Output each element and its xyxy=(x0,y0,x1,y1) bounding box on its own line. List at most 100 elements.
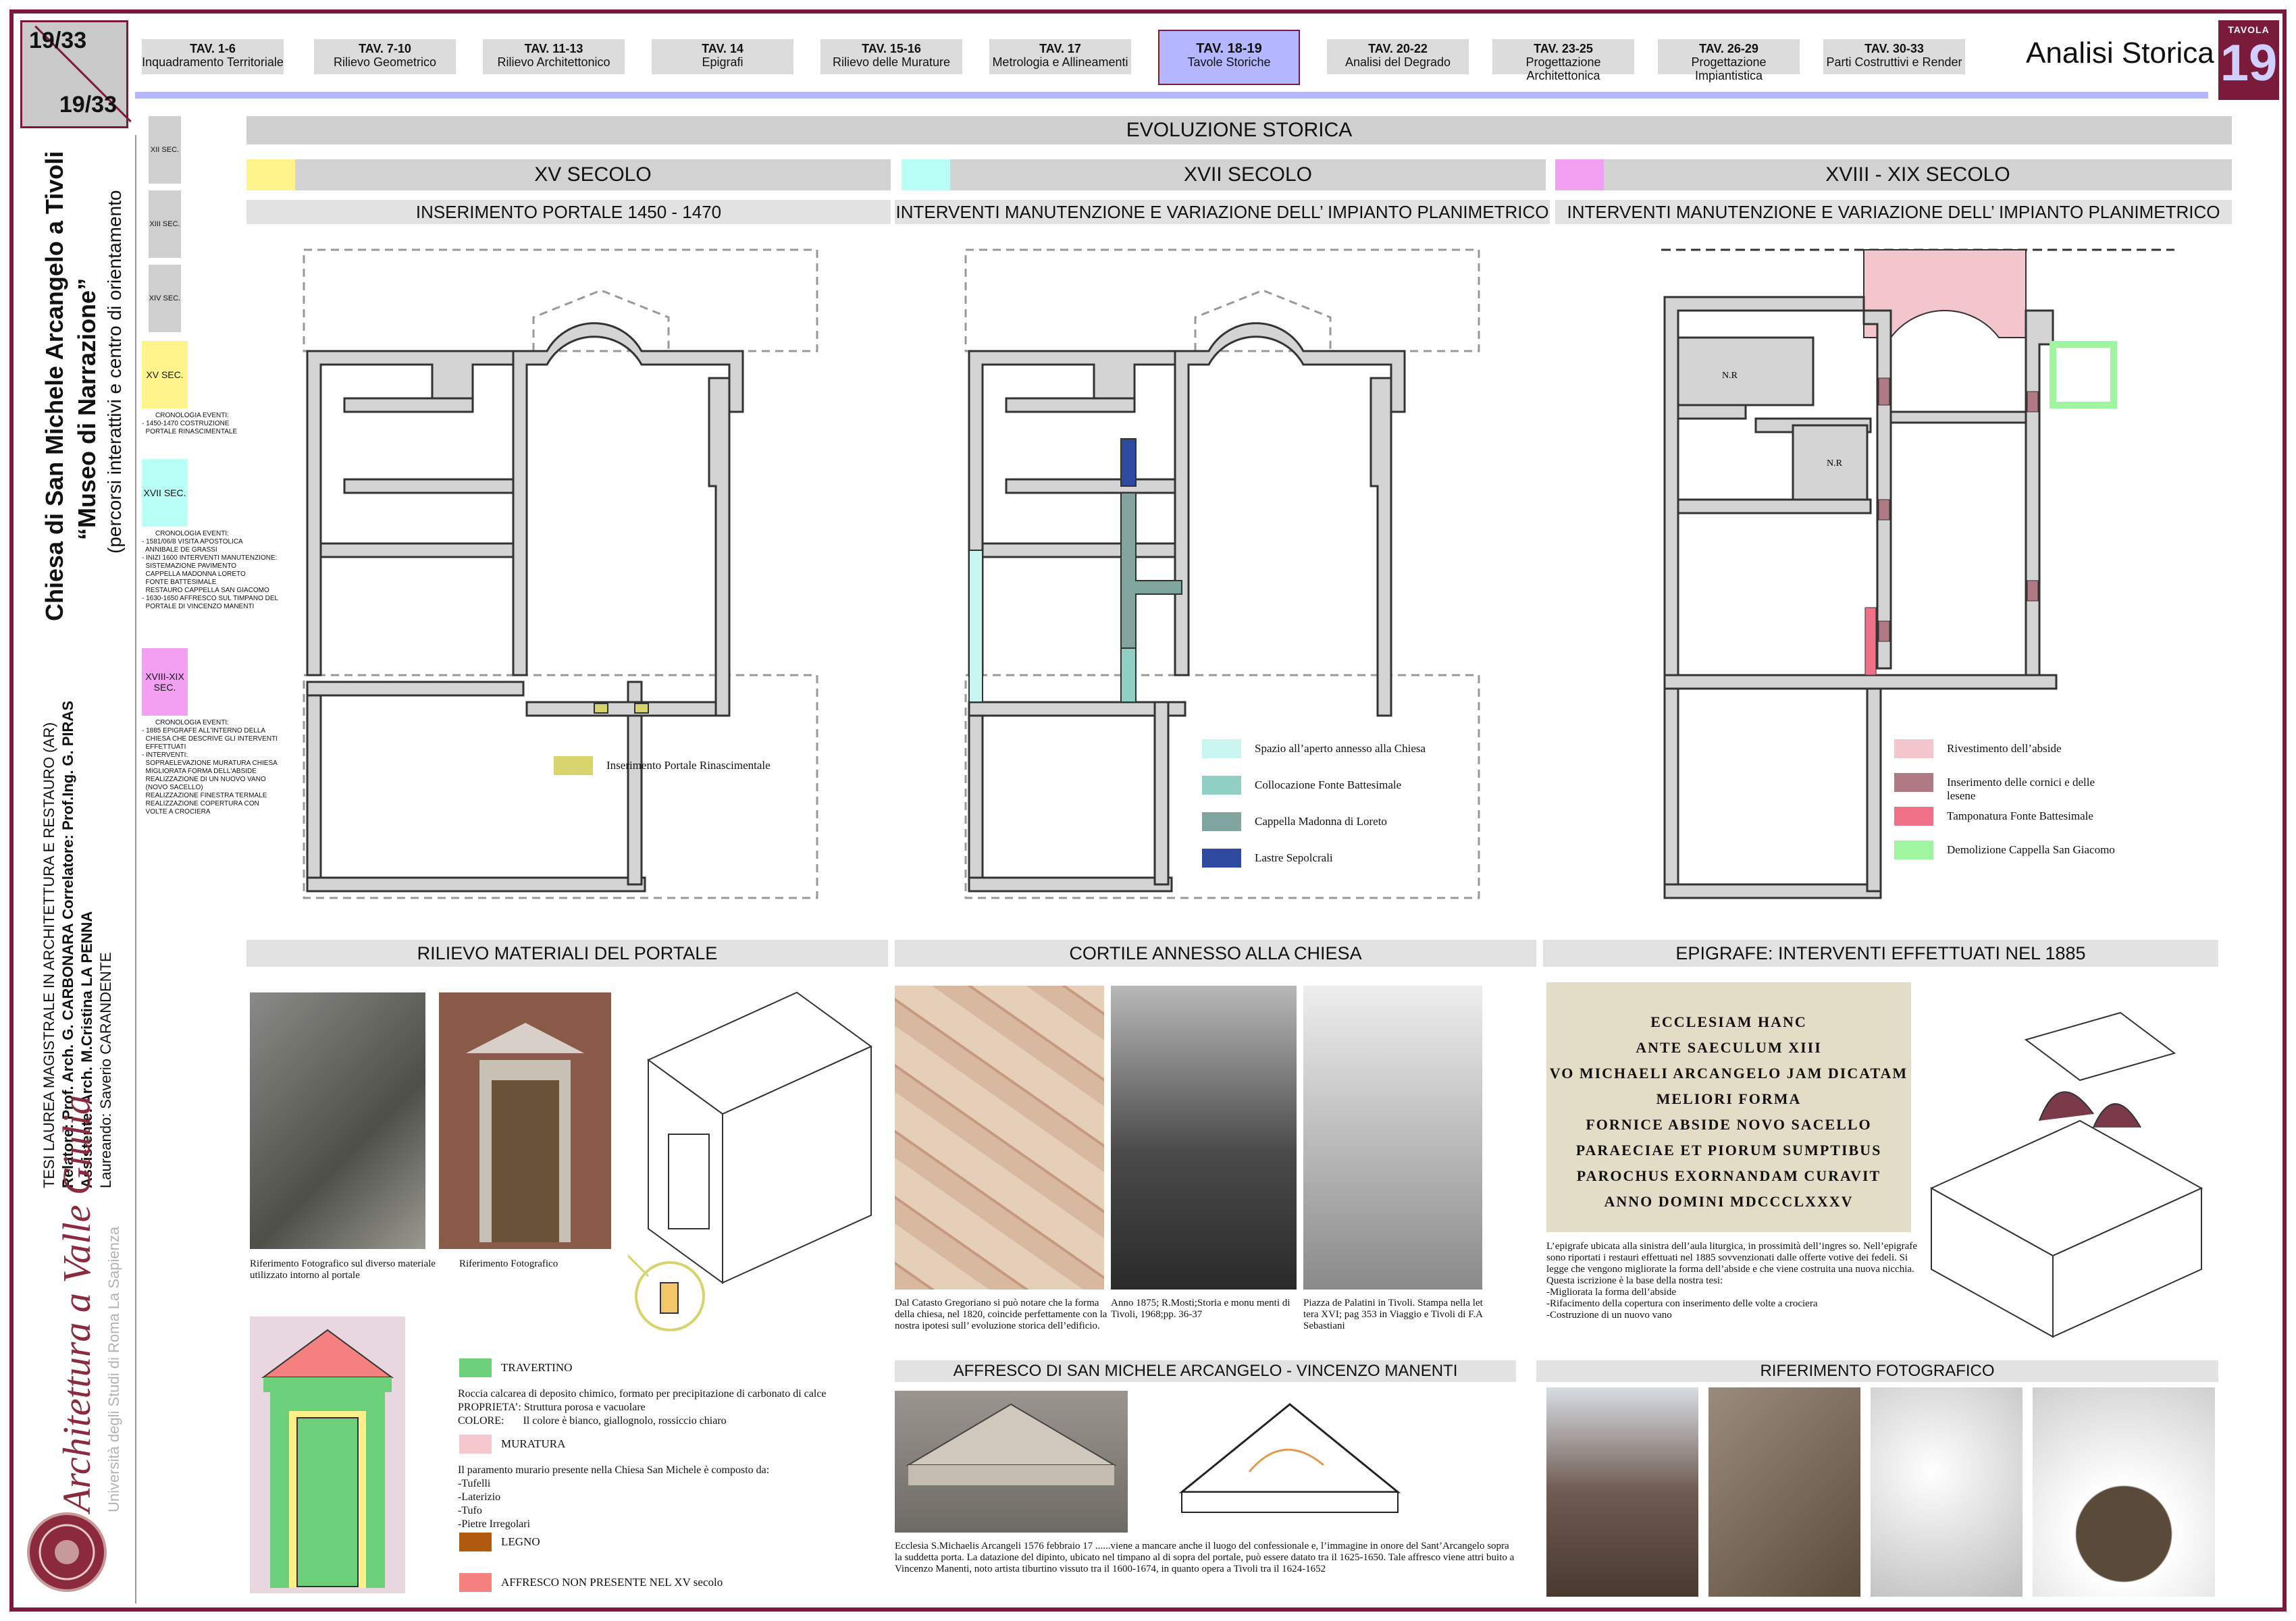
nav-tab-label: Inquadramento Territoriale xyxy=(142,55,284,69)
legend-label: Inserimento delle cornici e delle lesene xyxy=(1947,776,2095,802)
material-description: -Pietre Irregolari xyxy=(458,1518,531,1530)
portale-photo xyxy=(439,992,611,1249)
project-subtitle-note: (percorsi interattivi e centro di orient… xyxy=(104,190,125,554)
legend-label: Demolizione Cappella San Giacomo xyxy=(1947,843,2115,856)
plan-xv xyxy=(303,248,818,899)
nav-tab-0[interactable]: TAV. 1-6 Inquadramento Territoriale xyxy=(142,39,284,74)
portale-caption-1: Riferimento Fotografico sul diverso mate… xyxy=(250,1258,436,1281)
nav-tab-number: TAV. 1-6 xyxy=(190,42,236,55)
material-name: LEGNO xyxy=(501,1535,540,1548)
project-subtitle: “Museo di Narrazione” xyxy=(73,277,101,540)
nav-tab-8[interactable]: TAV. 23-25 Progettazione Architettonica xyxy=(1492,39,1634,82)
legend-swatch xyxy=(1894,841,1933,859)
material-description: -Tufo xyxy=(458,1505,482,1516)
nav-tab-label: Rilievo Geometrico xyxy=(333,55,437,69)
nav-tab-number: TAV. 20-22 xyxy=(1368,42,1428,55)
ref-photo-window xyxy=(2033,1387,2215,1597)
inscription-line: MELIORI FORMA xyxy=(1656,1090,1802,1107)
laureando-line: Laureando: Saverio CARANDENTE xyxy=(97,952,114,1188)
plan-xvii xyxy=(964,248,1480,899)
subtitle-xvii: INTERVENTI MANUTENZIONE E VARIAZIONE DEL… xyxy=(895,200,1550,224)
epigrafe-photo: ECCLESIAM HANC ANTE SAECULUM XIII VO MICHA… xyxy=(1546,982,1911,1232)
nav-tab-label: Analisi del Degrado xyxy=(1345,55,1451,69)
nav-tab-label: Metrologia e Allineamenti xyxy=(992,55,1128,69)
timeline-notes: CRONOLOGIA EVENTI: - 1450-1470 COSTRUZION… xyxy=(142,412,238,435)
material-description: -Tufelli xyxy=(458,1478,491,1489)
timeline-century-grey: XIV SEC. xyxy=(149,265,181,332)
material-name: TRAVERTINO xyxy=(501,1361,573,1374)
timeline-century-grey: XIII SEC. xyxy=(149,190,181,258)
affresco-caption: Ecclesia S.Michaelis Arcangeli 1576 febb… xyxy=(895,1541,1515,1574)
subtitle-xv: INSERIMENTO PORTALE 1450 - 1470 xyxy=(246,200,891,224)
legend-label: Collocazione Fonte Battesimale xyxy=(1255,778,1402,791)
nav-tab-number: TAV. 18-19 xyxy=(1196,41,1262,56)
nav-tab-label: Rilievo Architettonico xyxy=(497,55,610,69)
print-piazza-palatini xyxy=(1303,986,1482,1290)
photo-1875 xyxy=(1111,986,1297,1290)
nav-tab-number: TAV. 23-25 xyxy=(1534,42,1593,55)
riferimento-title: RIFERIMENTO FOTOGRAFICO xyxy=(1536,1360,2218,1382)
nav-tab-9[interactable]: TAV. 26-29 Progettazione Impiantistica xyxy=(1658,39,1800,82)
epigrafe-caption-line: -Rifacimento della copertura con inserim… xyxy=(1546,1298,1818,1309)
material-description: Il paramento murario presente nella Chie… xyxy=(458,1464,770,1476)
nav-tab-number: TAV. 30-33 xyxy=(1864,42,1924,55)
legend-swatch xyxy=(1202,739,1241,758)
material-name: AFFRESCO NON PRESENTE NEL XV secolo xyxy=(501,1576,723,1589)
inscription-line: PARAECIAE ET PIORUM SUMPTIBUS xyxy=(1575,1142,1882,1159)
nav-tab-label: Parti Costruttivi e Render xyxy=(1826,55,1962,69)
timeline-century-colored: XVIII-XIX SEC. xyxy=(142,648,188,716)
nav-tab-2[interactable]: TAV. 11-13 Rilievo Architettonico xyxy=(483,39,625,74)
nav-tab-10[interactable]: TAV. 30-33 Parti Costruttivi e Render xyxy=(1823,39,1965,74)
portale-material-drawing xyxy=(250,1317,405,1593)
century-swatch-xv xyxy=(246,159,295,190)
nav-tab-6[interactable]: TAV. 18-19 Tavole Storiche xyxy=(1158,30,1300,85)
cortile-title: CORTILE ANNESSO ALLA CHIESA xyxy=(895,940,1536,967)
sidebar: Chiesa di San Michele Arcangelo a Tivoli… xyxy=(20,135,136,1603)
nav-tab-4[interactable]: TAV. 15-16 Rilievo delle Murature xyxy=(820,39,962,74)
nav-tab-number: TAV. 11-13 xyxy=(524,42,583,55)
project-title: Chiesa di San Michele Arcangelo a Tivoli xyxy=(41,151,68,621)
timeline-notes: CRONOLOGIA EVENTI: - 1885 EPIGRAFE ALL'IN… xyxy=(142,719,278,816)
material-description: PROPRIETA’: Struttura porosa e vacuolare xyxy=(458,1402,646,1413)
inscription-line: PAROCHUS EXORNANDAM CURAVIT xyxy=(1576,1167,1881,1184)
epigrafe-caption: L’epigrafe ubicata alla sinistra dell’au… xyxy=(1546,1241,1925,1321)
nav-tab-number: TAV. 14 xyxy=(702,42,743,55)
legend-label: Inserimento Portale Rinascimentale xyxy=(606,759,771,772)
tavola-badge: TAVOLA 19 xyxy=(2218,20,2279,100)
timeline-notes: CRONOLOGIA EVENTI: - 1581/06/8 VISITA APO… xyxy=(142,530,279,610)
legend-label: Tamponatura Fonte Battesimale xyxy=(1947,809,2093,822)
century-xv: XV SECOLO xyxy=(295,159,891,190)
page-counter-bottom: 19/33 xyxy=(59,92,117,117)
material-swatch xyxy=(459,1358,492,1377)
nav-underline xyxy=(135,92,2208,99)
tav-navigation: TAV. 1-6 Inquadramento Territoriale TAV. 7… xyxy=(135,20,2188,101)
ref-photo-wall xyxy=(1708,1387,1860,1597)
inscription-line: ANTE SAECULUM XIII xyxy=(1636,1039,1822,1056)
plan-label-nr-1: N.R xyxy=(1722,371,1738,381)
material-description: COLORE: Il colore è bianco, giallognolo,… xyxy=(458,1415,727,1427)
inscription-line: ANNO DOMINI MDCCCLXXXV xyxy=(1604,1193,1854,1210)
material-swatch xyxy=(459,1573,492,1592)
nav-tab-number: TAV. 17 xyxy=(1039,42,1081,55)
legend-label: Spazio all’aperto annesso alla Chiesa xyxy=(1255,742,1426,755)
portale-caption-2: Riferimento Fotografico xyxy=(459,1258,558,1269)
nav-tab-label: Rilievo delle Murature xyxy=(832,55,951,69)
nav-tab-5[interactable]: TAV. 17 Metrologia e Allineamenti xyxy=(989,39,1131,74)
university-seal xyxy=(27,1512,107,1592)
epigrafe-caption-line: L’epigrafe ubicata alla sinistra dell’au… xyxy=(1546,1241,1917,1286)
nav-tab-3[interactable]: TAV. 14 Epigrafi xyxy=(652,39,793,74)
timeline-century-colored: XVII SEC. xyxy=(142,459,188,527)
ref-photo-vault xyxy=(1871,1387,2023,1597)
portale-title: RILIEVO MATERIALI DEL PORTALE xyxy=(246,940,888,967)
century-swatch-xvii xyxy=(902,159,950,190)
portale-material-photo xyxy=(250,992,425,1249)
nav-tab-7[interactable]: TAV. 20-22 Analisi del Degrado xyxy=(1327,39,1469,74)
nav-tab-label: Progettazione Architettonica xyxy=(1525,55,1601,82)
material-swatch xyxy=(459,1533,492,1551)
legend-swatch xyxy=(1202,812,1241,831)
church-axonometric xyxy=(1929,1011,2203,1338)
material-description: Roccia calcarea di deposito chimico, for… xyxy=(458,1388,827,1400)
legend-swatch xyxy=(554,756,593,775)
nav-tab-1[interactable]: TAV. 7-10 Rilievo Geometrico xyxy=(314,39,456,74)
nav-tab-label: Tavole Storiche xyxy=(1187,55,1271,69)
